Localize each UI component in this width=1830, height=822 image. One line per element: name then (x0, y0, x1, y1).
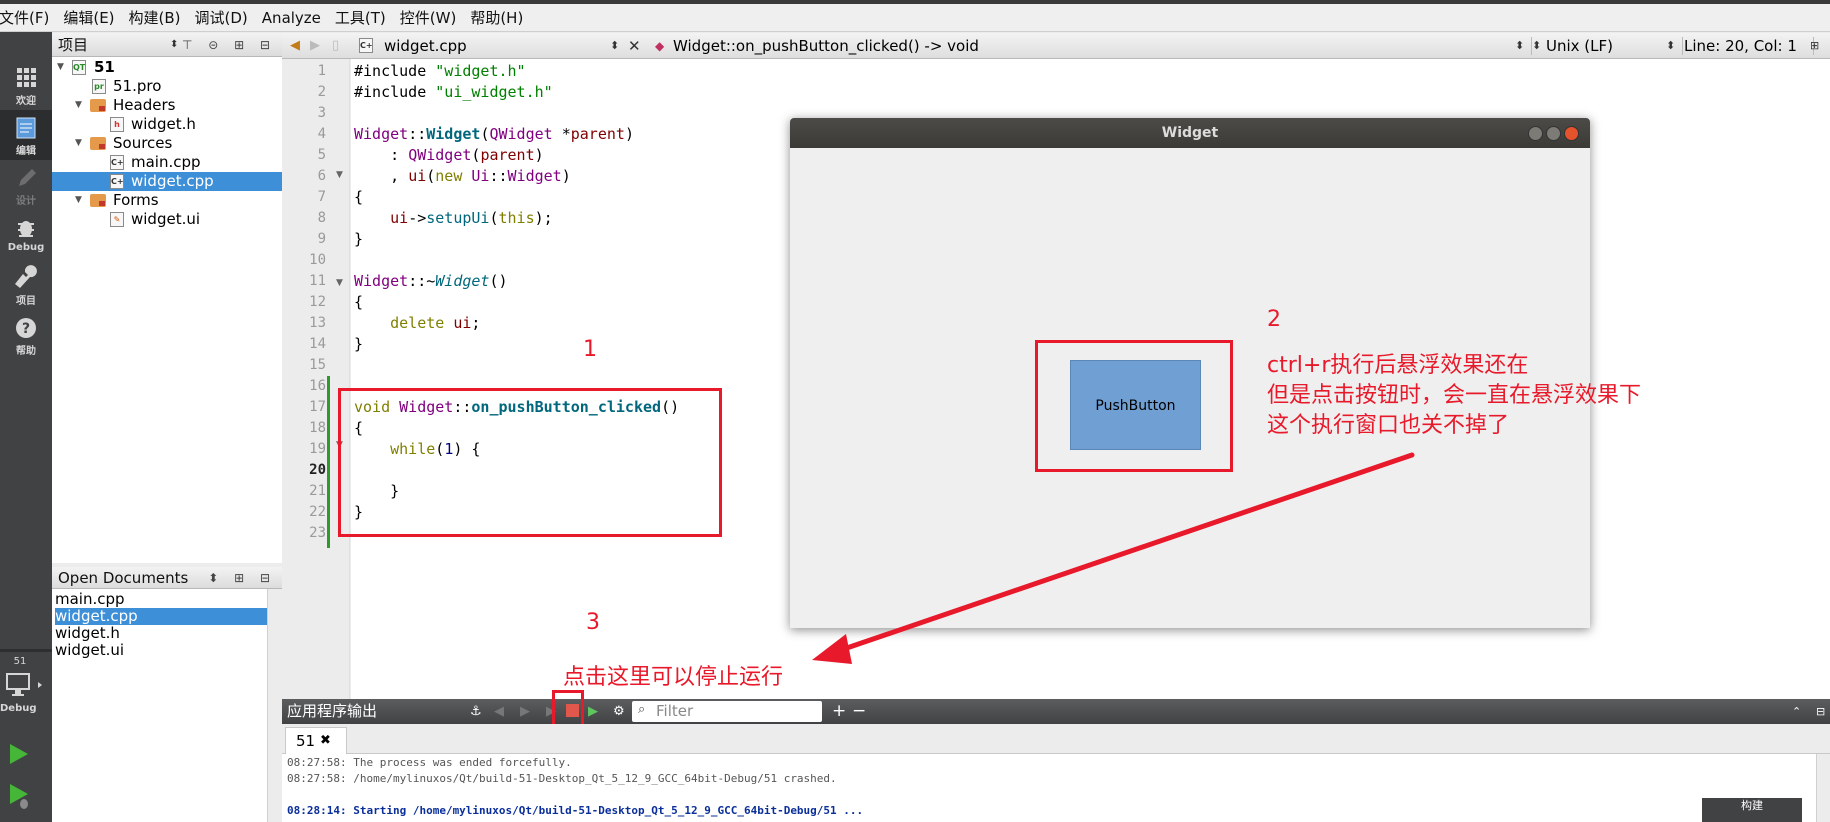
output-scrollbar[interactable] (1816, 754, 1830, 822)
maximize-pane-icon[interactable]: ⌃ (1792, 699, 1801, 724)
output-header: 应用程序输出 ⚓ ◀ ▶ ▶ ▶ ⚙ + − ⌃ ⊟ (282, 699, 1830, 724)
output-tabs: 51 ✖ (282, 724, 1830, 754)
output-filter-input[interactable]: Filter (632, 701, 822, 722)
close-tab-icon[interactable]: ✖ (320, 728, 331, 754)
minus-icon[interactable]: − (852, 699, 866, 724)
close-pane-icon[interactable]: ⊟ (1816, 699, 1825, 724)
settings-icon[interactable]: ⚙ (613, 699, 625, 724)
next-icon[interactable]: ▶ (520, 699, 530, 724)
output-title: 应用程序输出 (287, 702, 378, 720)
search-icon: ⌕ (638, 702, 646, 717)
output-line-2: 08:27:58: /home/mylinuxos/Qt/build-51-De… (287, 772, 837, 785)
build-badge[interactable]: 构建 (1702, 798, 1802, 822)
attach-icon[interactable]: ⚓ (470, 699, 482, 724)
debug-attach-icon[interactable]: ▶ (588, 699, 598, 724)
output-line-3: 08:28:14: Starting /home/mylinuxos/Qt/bu… (287, 804, 864, 817)
output-tab-51[interactable]: 51 ✖ (285, 727, 347, 754)
output-line-1: 08:27:58: The process was ended forceful… (287, 756, 572, 769)
prev-icon[interactable]: ◀ (494, 699, 504, 724)
add-icon[interactable]: + (832, 699, 846, 724)
